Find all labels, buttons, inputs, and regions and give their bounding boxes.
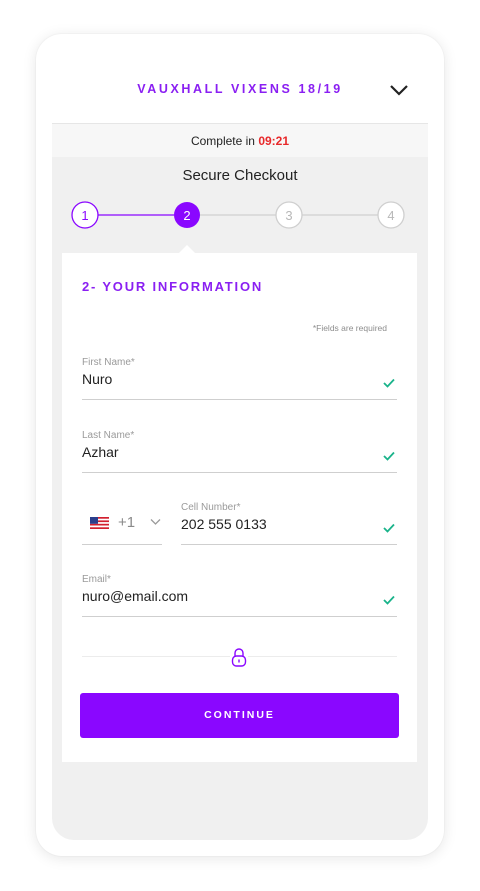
continue-button[interactable]: CONTINUE — [80, 693, 399, 738]
step-2-label: 2 — [183, 208, 190, 223]
step-progress: 1 2 3 4 — [71, 201, 405, 229]
check-icon — [383, 451, 395, 461]
us-flag-icon — [90, 517, 109, 529]
checkout-screen: VAUXHALL VIXENS 18/19 Complete in 09:21 … — [52, 50, 428, 840]
secure-divider — [82, 645, 397, 669]
check-icon — [383, 595, 395, 605]
lock-icon — [230, 646, 248, 668]
cell-number-field[interactable]: Cell Number* 202 555 0133 — [181, 502, 397, 545]
field-underline — [82, 544, 162, 545]
first-name-field[interactable]: First Name* Nuro — [82, 357, 397, 400]
checkout-panel: Secure Checkout 1 2 3 4 2- YOUR INFORMAT… — [52, 157, 428, 840]
country-code-value: +1 — [118, 514, 136, 531]
email-field[interactable]: Email* nuro@email.com — [82, 574, 397, 617]
first-name-label: First Name* — [82, 357, 135, 368]
field-underline — [181, 544, 397, 545]
event-header[interactable]: VAUXHALL VIXENS 18/19 — [52, 50, 428, 124]
check-icon — [383, 523, 395, 533]
field-underline — [82, 399, 397, 400]
step-3-label: 3 — [285, 208, 292, 223]
first-name-value[interactable]: Nuro — [82, 371, 397, 387]
country-code-select[interactable]: +1 — [82, 496, 162, 545]
required-note: *Fields are required — [312, 323, 387, 333]
cell-number-label: Cell Number* — [181, 502, 241, 513]
step-4-label: 4 — [387, 208, 394, 223]
last-name-field[interactable]: Last Name* Azhar — [82, 430, 397, 473]
cell-number-value[interactable]: 202 555 0133 — [181, 516, 397, 532]
step-4[interactable]: 4 — [377, 201, 405, 229]
section-title: 2- YOUR INFORMATION — [82, 279, 264, 294]
countdown-timer: Complete in 09:21 — [52, 124, 428, 157]
check-icon — [383, 378, 395, 388]
field-underline — [82, 472, 397, 473]
chevron-down-icon — [150, 519, 161, 525]
step-3[interactable]: 3 — [275, 201, 303, 229]
last-name-value[interactable]: Azhar — [82, 444, 397, 460]
email-label: Email* — [82, 574, 111, 585]
chevron-down-icon[interactable] — [388, 82, 410, 98]
timer-value: 09:21 — [258, 134, 290, 148]
timer-label: Complete in — [190, 134, 255, 148]
information-form: 2- YOUR INFORMATION *Fields are required… — [62, 253, 417, 762]
step-1[interactable]: 1 — [71, 201, 99, 229]
field-underline — [82, 616, 397, 617]
step-2[interactable]: 2 — [174, 202, 200, 228]
event-title: VAUXHALL VIXENS 18/19 — [137, 82, 343, 96]
email-value[interactable]: nuro@email.com — [82, 588, 397, 604]
last-name-label: Last Name* — [82, 430, 135, 441]
step-1-label: 1 — [81, 208, 88, 223]
